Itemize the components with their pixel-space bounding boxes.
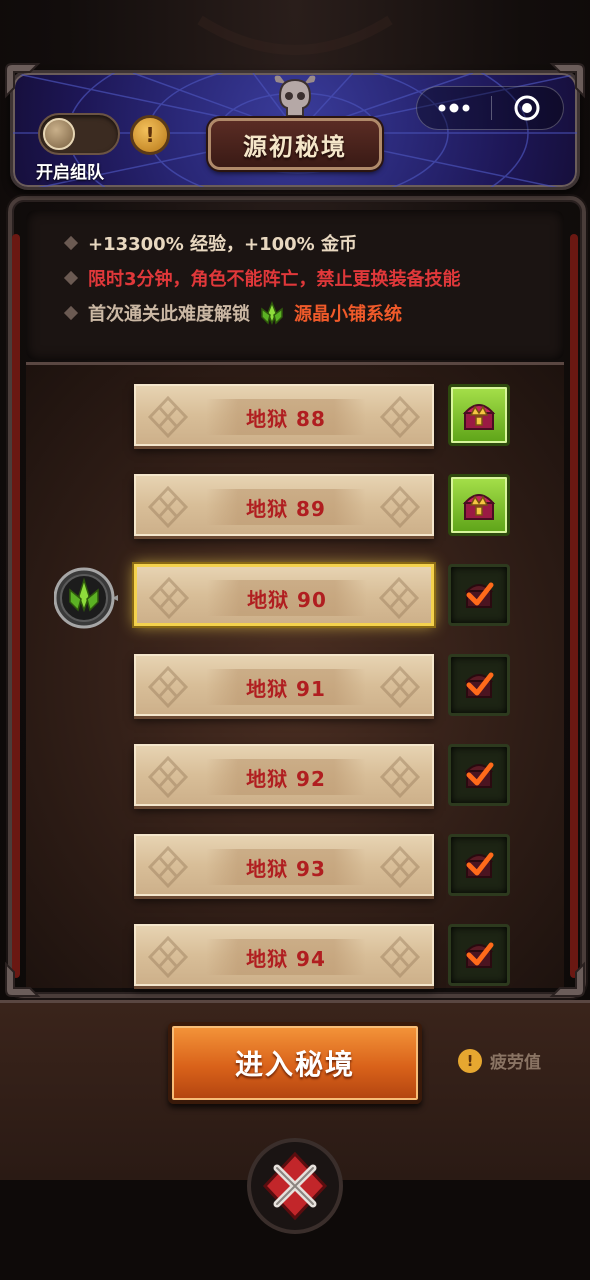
info-line-rules: 限时3分钟，角色不能阵亡，禁止更换装备技能 [63, 265, 461, 291]
chest-claimed-check-icon[interactable] [448, 744, 510, 806]
level-label: 地狱 93 [246, 856, 326, 881]
current-level-marker-icon [54, 567, 118, 629]
level-row[interactable]: 地狱 94 [134, 924, 434, 986]
level-row[interactable]: 地狱 90 [134, 564, 434, 626]
level-label: 地狱 90 [247, 587, 327, 612]
team-toggle[interactable] [38, 113, 120, 155]
warning-icon: ! [458, 1048, 482, 1073]
level-row[interactable]: 地狱 93 [134, 834, 434, 896]
team-toggle-label: 开启组队 [36, 163, 104, 183]
info-line-rewards: +13300% 经验，+100% 金币 [63, 230, 357, 256]
level-plate[interactable]: 地狱 89 [134, 474, 434, 536]
chest-graphic [462, 404, 496, 430]
level-label: 地狱 94 [246, 946, 326, 971]
bullet-diamond-icon [63, 235, 79, 251]
target-close-icon[interactable] [512, 93, 542, 123]
chest-claimed-check-icon[interactable] [448, 924, 510, 986]
level-row[interactable]: 地狱 88 [134, 384, 434, 446]
skull-emblem-icon [274, 75, 316, 117]
corner-ornament-icon [5, 961, 41, 997]
level-plate[interactable]: 地狱 88 [134, 384, 434, 446]
exclamation-icon[interactable]: ! [130, 115, 170, 155]
claimed-graphic [464, 852, 494, 878]
bullet-diamond-icon [63, 305, 79, 321]
level-row[interactable]: 地狱 91 [134, 654, 434, 716]
enter-realm-button[interactable]: 进入秘境 [168, 1022, 422, 1104]
level-plate[interactable]: 地狱 91 [134, 654, 434, 716]
corner-ornament-icon [549, 63, 585, 99]
treasure-chest-icon[interactable] [448, 384, 510, 446]
level-row[interactable]: 地狱 92 [134, 744, 434, 806]
treasure-chest-icon[interactable] [448, 474, 510, 536]
level-label: 地狱 89 [246, 496, 326, 521]
info-line-text: +13300% 经验，+100% 金币 [88, 234, 357, 255]
chest-claimed-check-icon[interactable] [448, 654, 510, 716]
fatigue-indicator[interactable]: ! 疲劳值 [458, 1048, 541, 1073]
level-row[interactable]: 地狱 89 [134, 474, 434, 536]
chest-claimed-check-icon[interactable] [448, 564, 510, 626]
info-line-text: 限时3分钟，角色不能阵亡，禁止更换装备技能 [88, 269, 461, 290]
level-plate[interactable]: 地狱 93 [134, 834, 434, 896]
level-label: 地狱 91 [246, 676, 326, 701]
toggle-knob [43, 118, 75, 150]
right-red-bar [570, 234, 578, 978]
claimed-graphic [464, 582, 494, 608]
unlock-system-name: 源晶小铺系统 [294, 304, 402, 325]
corner-ornament-icon [5, 63, 41, 99]
more-dots-icon[interactable] [436, 96, 472, 120]
level-label: 地狱 92 [246, 766, 326, 791]
green-crystal-icon [261, 301, 283, 325]
claimed-graphic [464, 942, 494, 968]
level-plate-selected[interactable]: 地狱 90 [134, 564, 434, 626]
capsule-divider [491, 96, 492, 120]
info-line-unlock: 首次通关此难度解锁 源晶小铺系统 [63, 300, 402, 326]
level-plate[interactable]: 地狱 94 [134, 924, 434, 986]
bullet-diamond-icon [63, 270, 79, 286]
claimed-graphic [464, 672, 494, 698]
crossed-swords-icon[interactable] [247, 1138, 343, 1234]
game-screen: +13300% 经验，+100% 金币 限时3分钟，角色不能阵亡，禁止更换装备技… [0, 0, 590, 1280]
chest-claimed-check-icon[interactable] [448, 834, 510, 896]
level-plate[interactable]: 地狱 92 [134, 744, 434, 806]
chest-graphic [462, 494, 496, 520]
fatigue-label: 疲劳值 [490, 1053, 541, 1073]
page-title: 源初秘境 [208, 118, 382, 170]
unlock-text: 首次通关此难度解锁 [88, 304, 250, 325]
level-label: 地狱 88 [246, 406, 326, 431]
claimed-graphic [464, 762, 494, 788]
left-red-bar [12, 234, 20, 978]
corner-ornament-icon [549, 961, 585, 997]
